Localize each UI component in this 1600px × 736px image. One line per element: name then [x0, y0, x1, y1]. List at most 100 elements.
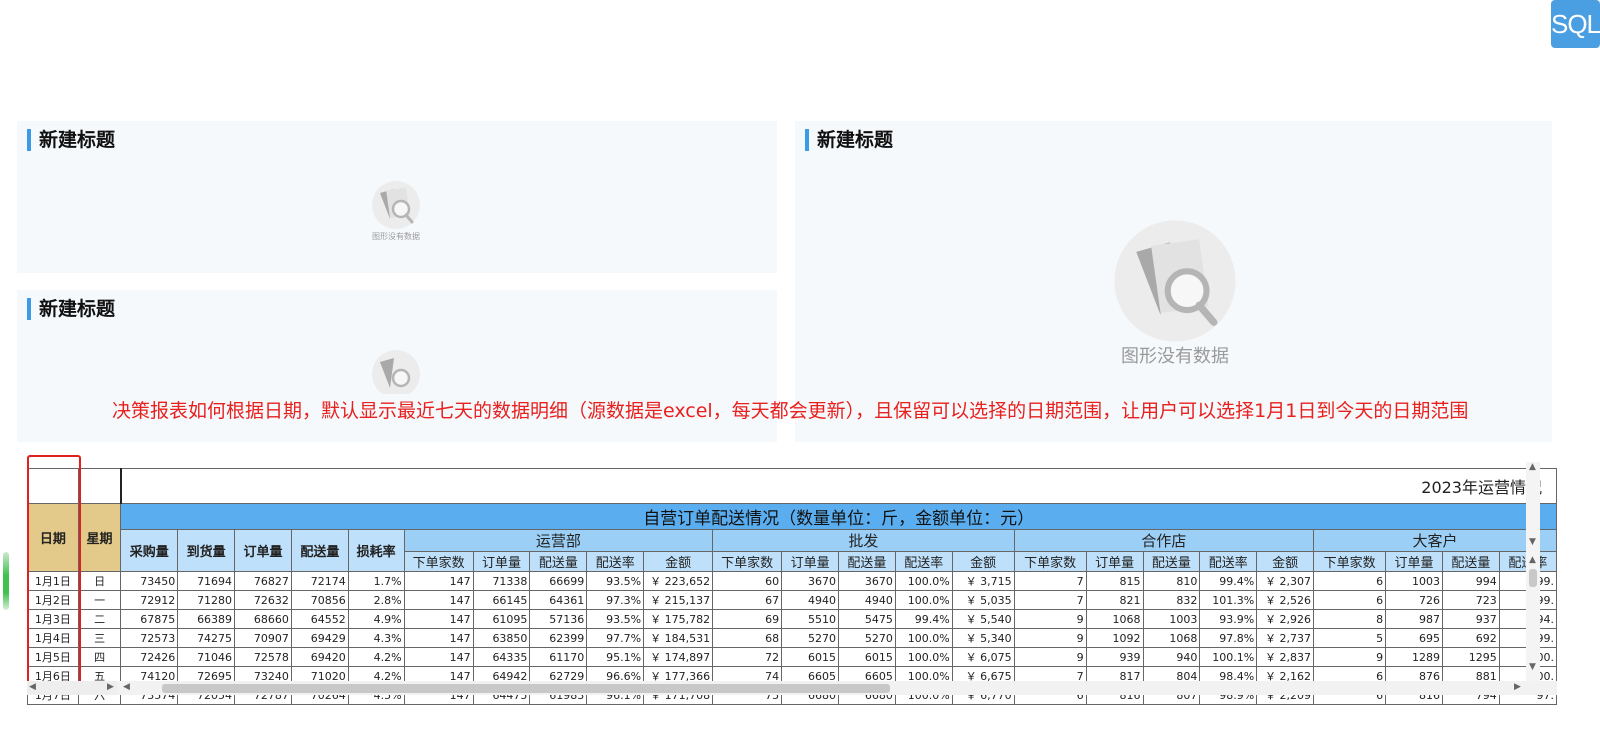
data-cell: 71280	[177, 590, 236, 610]
panel-title: 新建标题	[27, 129, 115, 151]
data-cell: 937	[1441, 609, 1500, 629]
scroll-up-arrow-icon[interactable]: ▲	[1529, 462, 1536, 472]
no-data-placeholder	[370, 348, 422, 394]
sub-column-header: 订单量	[1085, 551, 1144, 572]
scroll-down-arrow-icon[interactable]: ▼	[1529, 662, 1536, 672]
data-cell: 67	[712, 590, 783, 610]
data-cell: 940	[1142, 647, 1201, 667]
data-cell: 1289	[1385, 647, 1443, 667]
data-cell: 147	[403, 647, 474, 667]
base-column-header: 到货量	[177, 529, 236, 572]
data-cell: 4940	[838, 590, 896, 610]
data-cell: 70907	[234, 628, 292, 648]
data-cell: 5270	[838, 628, 896, 648]
data-cell: 6	[1313, 571, 1387, 591]
vertical-scroll-thumb[interactable]	[1529, 569, 1537, 587]
sub-column-header: 订单量	[472, 551, 531, 572]
data-cell: 97.3%	[586, 590, 645, 610]
sub-column-header: 配送量	[529, 551, 588, 572]
sub-column-header: 配送量	[1142, 551, 1201, 572]
date-cell: 1月1日	[27, 571, 79, 591]
data-cell: 61170	[529, 647, 588, 667]
data-cell: 1068	[1142, 628, 1201, 648]
horizontal-scrollbar[interactable]: ◀ ▶ ◀ ▶	[27, 681, 1557, 695]
data-cell: 64361	[529, 590, 588, 610]
weekday-header: 星期	[77, 503, 122, 572]
group-header: 大客户	[1313, 529, 1557, 552]
data-cell: 147	[403, 628, 474, 648]
main-title: 自营订单配送情况（数量单位：斤，金额单位：元）	[120, 503, 1557, 530]
data-cell: 6015	[781, 647, 839, 667]
sub-column-header: 订单量	[1385, 551, 1443, 572]
scroll-down-arrow-icon[interactable]: ▼	[1529, 537, 1536, 547]
data-cell: ￥ 2,307	[1256, 571, 1315, 591]
data-cell: 5270	[781, 628, 839, 648]
no-data-placeholder: 图形没有数据	[370, 179, 422, 242]
data-cell: 100.0%	[894, 571, 953, 591]
data-cell: 60	[712, 571, 783, 591]
chart-panel-1: 新建标题 图形没有数据	[17, 121, 777, 273]
data-cell: 994	[1441, 571, 1500, 591]
report-grid: 2023年运营情况 日期 星期 自营订单配送情况（数量单位：斤，金额单位：元） 采购量到…	[27, 468, 1557, 715]
scroll-right-arrow-icon[interactable]: ▶	[1514, 682, 1521, 692]
chart-panel-3: 新建标题 图形没有数据	[795, 121, 1552, 442]
data-cell: 71338	[472, 571, 531, 591]
group-header: 批发	[712, 529, 1015, 552]
side-scroll-indicator[interactable]	[3, 552, 9, 610]
data-cell: 72	[712, 647, 783, 667]
data-cell: 72426	[120, 647, 179, 667]
data-cell: 93.9%	[1199, 609, 1258, 629]
sub-column-header: 金额	[643, 551, 714, 572]
no-data-text: 图形没有数据	[372, 232, 420, 241]
data-cell: 67875	[120, 609, 179, 629]
sub-column-header: 配送量	[838, 551, 896, 572]
data-cell: 64552	[290, 609, 349, 629]
data-cell: 72174	[290, 571, 349, 591]
data-cell: ￥ 175,782	[643, 609, 714, 629]
data-cell: ￥ 184,531	[643, 628, 714, 648]
no-data-text: 图形没有数据	[1121, 346, 1229, 367]
base-column-header: 订单量	[234, 529, 292, 572]
data-cell: 72632	[234, 590, 292, 610]
scroll-left-arrow-icon[interactable]: ◀	[123, 682, 130, 692]
vertical-scrollbar[interactable]: ▲ ▼ ▲ ▼	[1526, 462, 1540, 682]
data-cell: 100.0%	[894, 628, 953, 648]
data-cell: 69429	[290, 628, 349, 648]
sub-column-header: 配送率	[894, 551, 953, 572]
data-cell: 810	[1142, 571, 1201, 591]
data-cell: 97.8%	[1199, 628, 1258, 648]
scroll-up-arrow-icon[interactable]: ▲	[1529, 555, 1536, 565]
data-cell: 99.4%	[894, 609, 953, 629]
base-column-header: 损耗率	[347, 529, 405, 572]
data-cell: ￥ 174,897	[643, 647, 714, 667]
base-column-header: 采购量	[120, 529, 179, 572]
scroll-right-arrow-icon[interactable]: ▶	[107, 682, 114, 692]
data-cell: 1068	[1085, 609, 1144, 629]
weekday-cell: 二	[77, 609, 122, 629]
data-cell: 66389	[177, 609, 236, 629]
frozen-scroll-area[interactable]: ◀ ▶	[27, 681, 117, 695]
scroll-left-arrow-icon[interactable]: ◀	[29, 682, 36, 692]
no-data-icon	[372, 181, 420, 229]
data-cell: 72578	[234, 647, 292, 667]
data-cell: 9	[1313, 647, 1387, 667]
date-cell: 1月5日	[27, 647, 79, 667]
horizontal-scroll-thumb[interactable]	[162, 684, 890, 693]
data-cell: ￥ 2,737	[1256, 628, 1315, 648]
data-cell: 73450	[120, 571, 179, 591]
data-cell: 4.9%	[347, 609, 405, 629]
data-cell: 97.7%	[586, 628, 645, 648]
data-cell: 987	[1385, 609, 1443, 629]
data-cell: 64335	[472, 647, 531, 667]
data-cell: 815	[1085, 571, 1144, 591]
data-cell: 4.3%	[347, 628, 405, 648]
data-cell: 5475	[838, 609, 896, 629]
data-cell: 1092	[1085, 628, 1144, 648]
sql-button[interactable]: SQL	[1551, 0, 1600, 48]
data-cell: 821	[1085, 590, 1144, 610]
data-cell: 9	[1013, 647, 1087, 667]
data-cell: 69420	[290, 647, 349, 667]
year-title-row: 2023年运营情况	[27, 468, 1557, 504]
data-cell: 63850	[472, 628, 531, 648]
data-cell: ￥ 3,715	[951, 571, 1015, 591]
